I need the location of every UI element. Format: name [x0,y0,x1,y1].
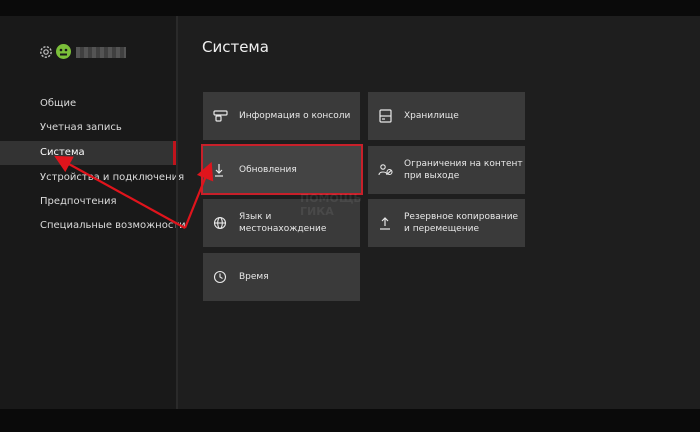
sidebar-item-system[interactable]: Система [0,141,176,165]
sidebar-divider [176,16,178,409]
avatar[interactable] [56,44,71,59]
sidebar-item-accessibility[interactable]: Специальные возможности [0,214,186,238]
globe-icon [213,216,227,230]
tile-storage-label: Хранилище [404,111,459,121]
watermark-line1: ПОМОЩЬ [300,192,362,205]
tile-backup[interactable]: Резервное копирование и перемещение [368,199,525,247]
tile-console-info[interactable]: Информация о консоли [203,92,360,140]
sidebar-item-general[interactable]: Общие [0,92,176,116]
settings-screen: Общие Учетная запись Система Устройства … [0,16,700,409]
watermark-line2: ГИКА [300,205,334,218]
tile-updates[interactable]: Обновления [201,144,363,195]
tile-updates-label: Обновления [239,164,297,175]
tile-language-line2: местонахождение [239,224,327,234]
tile-storage[interactable]: Хранилище [368,92,525,140]
tile-content-limits[interactable]: Ограничения на контент при выходе [368,146,525,194]
watermark: ПОМОЩЬ ГИКА [300,192,362,218]
tile-time[interactable]: Время [203,253,360,301]
tile-backup-line1: Резервное копирование [404,212,519,222]
console-icon [213,110,228,122]
sidebar-item-account[interactable]: Учетная запись [0,116,176,140]
sidebar-item-preferences[interactable]: Предпочтения [0,190,176,214]
clock-icon [213,270,227,284]
gear-icon[interactable] [38,44,54,60]
tile-content-limits-line2: при выходе [404,171,460,181]
storage-icon [379,109,392,123]
tile-content-limits-line1: Ограничения на контент [404,159,523,169]
gamertag-blurred [76,47,126,58]
tile-backup-line2: и перемещение [404,224,479,234]
tile-time-label: Время [239,272,269,282]
tile-console-info-label: Информация о консоли [239,111,351,121]
users-restrict-icon [378,164,393,176]
sidebar: Общие Учетная запись Система Устройства … [0,16,186,409]
download-icon [215,163,223,177]
sidebar-item-devices[interactable]: Устройства и подключения [0,166,184,190]
page-title: Система [202,38,269,56]
transfer-icon [380,217,390,230]
